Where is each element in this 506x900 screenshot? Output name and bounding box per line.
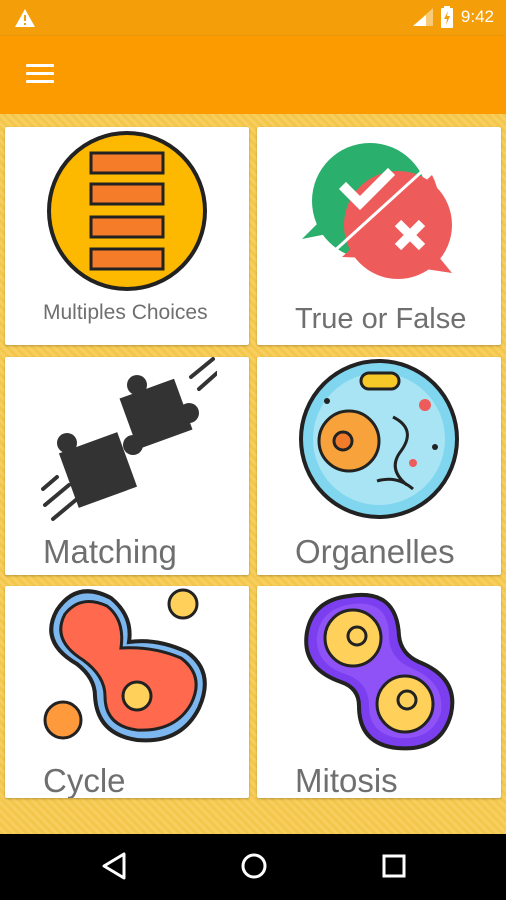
signal-icon [412, 8, 433, 26]
tile-label: Matching [43, 533, 177, 570]
system-nav-bar [0, 834, 506, 900]
tile-label: Organelles [295, 533, 455, 570]
tile-matching[interactable]: Matching [5, 357, 249, 575]
cell-organelles-icon [299, 359, 459, 519]
tile-label: True or False [295, 303, 467, 335]
tile-true-or-false[interactable]: True or False [257, 127, 501, 345]
puzzle-pieces-icon [41, 357, 217, 521]
multiple-choice-list-icon [47, 131, 207, 291]
tile-multiple-choices[interactable]: Multiples Choices [5, 127, 249, 345]
tile-label: Cycle [43, 762, 126, 798]
tile-label: Multiples Choices [43, 301, 208, 324]
check-cross-chat-bubbles-icon [302, 143, 452, 279]
tile-label: Mitosis [295, 762, 398, 798]
mitosis-dividing-cell-icon [304, 592, 455, 751]
status-time: 9:42 [460, 7, 494, 26]
back-icon[interactable] [100, 851, 128, 881]
battery-charging-icon [440, 6, 453, 28]
tile-grid: Multiples Choices True or False Matching… [0, 114, 506, 834]
tile-organelles[interactable]: Organelles [257, 357, 501, 575]
app-bar [0, 36, 506, 114]
tile-cycle[interactable]: Cycle [5, 586, 249, 798]
recents-icon[interactable] [381, 851, 407, 881]
cell-cycle-icon [43, 588, 207, 743]
home-icon[interactable] [239, 851, 269, 881]
status-bar: 9:42 [0, 0, 506, 36]
warning-icon [15, 9, 35, 27]
tile-mitosis[interactable]: Mitosis [257, 586, 501, 798]
hamburger-menu-icon[interactable] [26, 64, 54, 86]
